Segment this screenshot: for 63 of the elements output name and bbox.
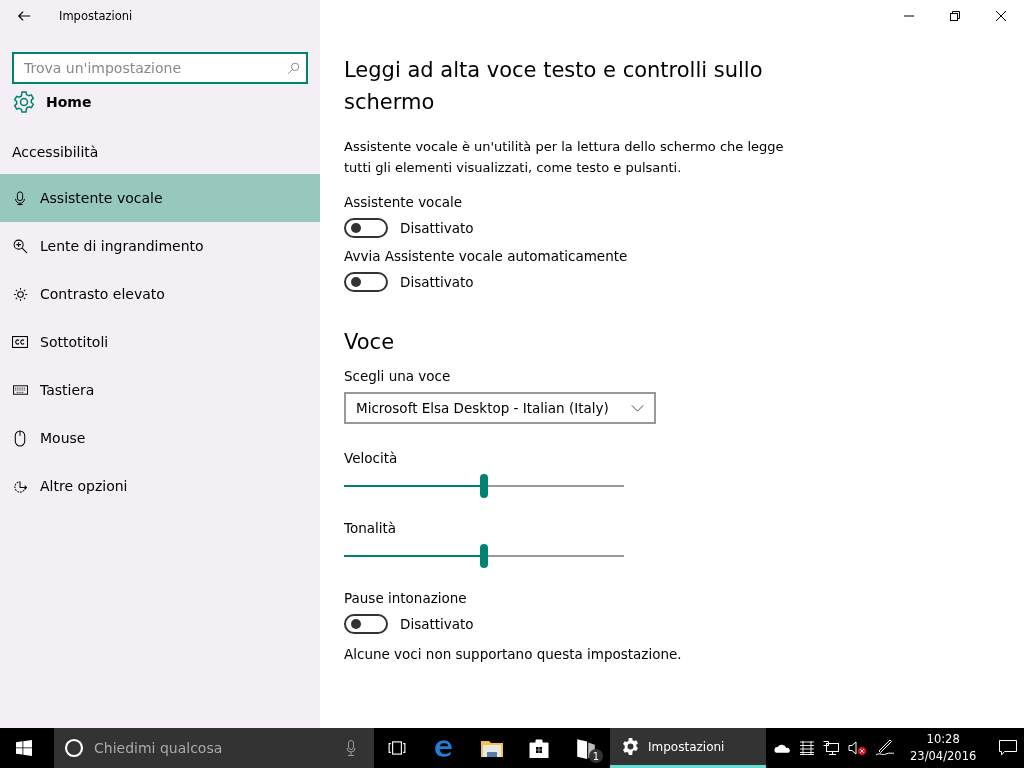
- closed-captions-icon: [12, 336, 28, 348]
- window-title: Impostazioni: [59, 9, 133, 23]
- clock-time[interactable]: 10:28: [926, 731, 960, 748]
- keyboard-icon: [12, 385, 28, 395]
- microphone-icon: [13, 190, 27, 206]
- sidebar-item[interactable]: Altre opzioni: [0, 462, 320, 510]
- list-grid-icon[interactable]: [800, 741, 814, 755]
- speaker-muted-icon[interactable]: [848, 741, 866, 755]
- toggle-state-text: Disattivato: [400, 220, 474, 236]
- network-monitor-icon[interactable]: [823, 741, 839, 755]
- chevron-down-icon: [631, 404, 644, 412]
- description-text: Assistente vocale è un'utilità per la lettura dello schermo che legge tutti gli elementi visualizzati, come testo e pulsanti.: [344, 138, 785, 177]
- browser-e-icon[interactable]: [433, 737, 455, 759]
- setting-label: Scegli una voce: [344, 368, 452, 384]
- section-heading: Voce: [344, 330, 396, 354]
- slider-thumb[interactable]: [480, 544, 488, 568]
- note-text: Alcune voci non supportano questa impostazione.: [344, 646, 683, 662]
- section-heading: Accessibilità: [11, 143, 100, 162]
- setting-label: Assistente vocale: [344, 194, 464, 210]
- close-icon[interactable]: [996, 11, 1006, 21]
- setting-label: Velocità: [344, 450, 399, 466]
- pen-icon[interactable]: [875, 739, 895, 757]
- mouse-icon: [14, 429, 26, 447]
- voice-dropdown[interactable]: Microsoft Elsa Desktop - Italian (Italy): [344, 392, 656, 424]
- sidebar-item[interactable]: Contrasto elevato: [0, 270, 320, 318]
- gear-icon[interactable]: [12, 90, 36, 114]
- notifications-icon[interactable]: [999, 740, 1018, 756]
- magnifier-icon: [12, 238, 28, 254]
- notification-count: 1: [589, 749, 603, 763]
- task-view-icon[interactable]: [387, 741, 407, 755]
- sidebar-item[interactable]: Lente di ingrandimento: [0, 222, 320, 270]
- search-field[interactable]: Trova un'impostazione: [12, 52, 308, 84]
- toggle-switch[interactable]: [344, 218, 388, 238]
- restore-icon[interactable]: [950, 11, 960, 21]
- clock-date[interactable]: 23/04/2016: [910, 748, 977, 765]
- page-title: Leggi ad alta voce testo e controlli sullo schermo: [344, 57, 764, 116]
- home-link[interactable]: Home: [46, 94, 92, 110]
- folder-icon[interactable]: [481, 739, 503, 757]
- toggle-switch[interactable]: [344, 614, 388, 634]
- toggle-state-text: Disattivato: [400, 616, 474, 632]
- search-icon: [287, 62, 300, 75]
- gear-icon: [622, 738, 639, 755]
- setting-label: Avvia Assistente vocale automaticamente: [344, 248, 629, 264]
- windows-logo-icon[interactable]: [16, 740, 32, 756]
- slider[interactable]: [344, 474, 624, 498]
- sidebar-item[interactable]: Mouse: [0, 414, 320, 462]
- sidebar-item[interactable]: Assistente vocale: [0, 174, 320, 222]
- store-bag-icon[interactable]: [529, 738, 549, 758]
- toggle-state-text: Disattivato: [400, 274, 474, 290]
- sidebar-item[interactable]: Tastiera: [0, 366, 320, 414]
- back-arrow-icon[interactable]: [17, 9, 31, 23]
- sidebar-item[interactable]: Sottotitoli: [0, 318, 320, 366]
- taskbar-app-button[interactable]: Impostazioni: [610, 728, 766, 768]
- setting-label: Pause intonazione: [344, 590, 468, 606]
- clock-arrow-icon: [12, 478, 28, 494]
- slider[interactable]: [344, 544, 624, 568]
- microphone-icon[interactable]: [346, 740, 356, 756]
- slider-thumb[interactable]: [480, 474, 488, 498]
- sun-icon: [12, 286, 28, 302]
- setting-label: Tonalità: [344, 520, 398, 536]
- cloud-icon[interactable]: [774, 743, 791, 753]
- toggle-switch[interactable]: [344, 272, 388, 292]
- cortana-search-field[interactable]: Chiedimi qualcosa: [54, 728, 374, 768]
